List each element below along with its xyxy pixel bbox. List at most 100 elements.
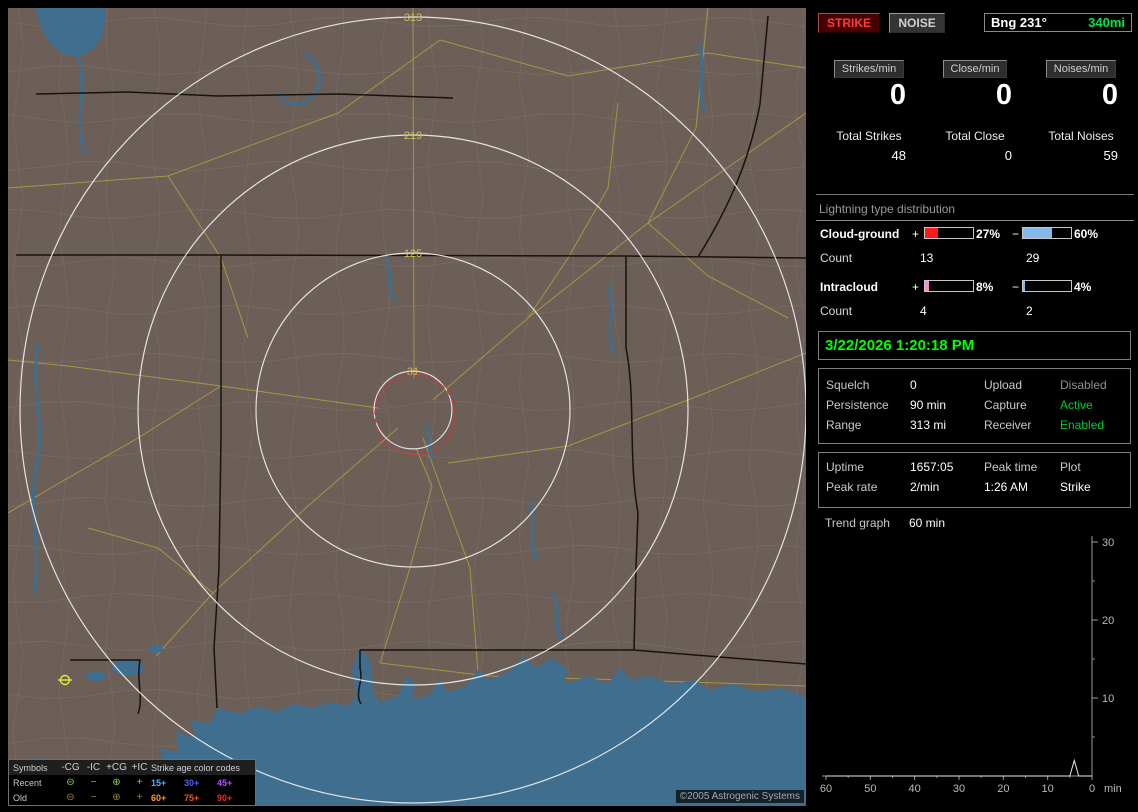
x-tick-label: 50 bbox=[864, 783, 876, 795]
squelch-label: Squelch bbox=[826, 378, 870, 392]
persistence-label: Persistence bbox=[826, 398, 889, 412]
total-noises: Total Noises 59 bbox=[1028, 129, 1134, 163]
strike-mode-button[interactable]: STRIKE bbox=[818, 13, 881, 33]
legend-col-neg-cg: -CG bbox=[61, 762, 80, 773]
pos-cg-old-icon: ⊕ bbox=[112, 792, 121, 803]
range-ring-label: 125 bbox=[404, 248, 422, 260]
legend-row-old: Old ⊖ − ⊕ + 60+ 75+ 90+ bbox=[9, 790, 255, 805]
cg-minus-percent: 60% bbox=[1074, 227, 1099, 241]
x-tick-label: 30 bbox=[953, 783, 965, 795]
cloud-ground-count-row: Count 13 29 bbox=[820, 251, 1132, 265]
y-tick-label: 20 bbox=[1102, 615, 1114, 627]
peak-time-label: Peak time bbox=[984, 460, 1038, 474]
age-75: 75+ bbox=[184, 792, 200, 803]
squelch-value: 0 bbox=[910, 378, 917, 392]
legend-row-recent: Recent ⊖ − ⊕ + 15+ 30+ 45+ bbox=[9, 775, 255, 790]
noises-per-min-value: 0 bbox=[1101, 79, 1118, 111]
peak-rate-value: 2/min bbox=[910, 480, 940, 494]
count-label: Count bbox=[820, 251, 853, 265]
legend-symbols-header: Symbols bbox=[13, 762, 48, 773]
range-label: Range bbox=[826, 418, 862, 432]
total-strikes-value: 48 bbox=[891, 148, 906, 163]
nexstorm-app: { "header": { "strike_label": "STRIKE", … bbox=[0, 0, 1138, 812]
x-tick-label: 0 bbox=[1089, 783, 1095, 795]
pos-cg-recent-icon: ⊕ bbox=[112, 777, 121, 788]
trend-graph-label: Trend graph bbox=[825, 516, 890, 530]
capture-value: Active bbox=[1060, 398, 1093, 412]
clock-box: 3/22/2026 1:20:18 PM bbox=[818, 331, 1131, 360]
receiver-value: Enabled bbox=[1060, 418, 1105, 432]
bearing-readout: Bng 231° 340mi bbox=[984, 13, 1132, 32]
age-30: 30+ bbox=[184, 777, 200, 788]
pos-ic-old-icon: + bbox=[136, 792, 143, 803]
cg-plus-bar bbox=[924, 227, 974, 239]
neg-ic-old-icon: − bbox=[90, 792, 97, 803]
uptime-value: 1657:05 bbox=[910, 460, 954, 474]
total-close-value: 0 bbox=[1004, 148, 1012, 163]
total-close-label: Total Close bbox=[945, 129, 1005, 143]
copyright-text: ©2005 Astrogenic Systems bbox=[675, 790, 804, 803]
age-15: 15+ bbox=[151, 777, 167, 788]
bearing-value: Bng 231° bbox=[991, 15, 1047, 30]
minus-sign: − bbox=[1012, 227, 1020, 241]
intracloud-count-row: Count 4 2 bbox=[820, 304, 1132, 318]
total-noises-label: Total Noises bbox=[1048, 129, 1114, 143]
age-60: 60+ bbox=[151, 792, 167, 803]
radar-map-canvas: 313 219 125 31 bbox=[8, 8, 806, 806]
status-box: Squelch 0 Upload Disabled Persistence 90… bbox=[818, 368, 1131, 444]
x-tick-label: 60 bbox=[820, 783, 832, 795]
minus-sign: − bbox=[1012, 280, 1020, 294]
upload-label: Upload bbox=[984, 378, 1023, 392]
status-row: Persistence 90 min Capture Active bbox=[819, 395, 1130, 415]
legend-col-pos-cg: +CG bbox=[106, 762, 127, 773]
side-panel: STRIKE NOISE Bng 231° 340mi Strikes/min … bbox=[816, 0, 1134, 812]
rate-counters: Strikes/min 0 Close/min 0 Noises/min 0 bbox=[816, 60, 1134, 112]
cloud-ground-row: Cloud-ground + 27% − 60% bbox=[820, 227, 1132, 241]
noise-mode-button[interactable]: NOISE bbox=[889, 13, 945, 33]
strikes-per-min: Strikes/min 0 bbox=[816, 60, 922, 112]
legend-old-label: Old bbox=[13, 792, 28, 803]
receiver-label: Receiver bbox=[984, 418, 1032, 432]
age-45: 45+ bbox=[217, 777, 233, 788]
capture-label: Capture bbox=[984, 398, 1027, 412]
neg-cg-old-icon: ⊖ bbox=[66, 792, 75, 803]
neg-cg-recent-icon: ⊖ bbox=[66, 777, 75, 788]
total-close: Total Close 0 bbox=[922, 129, 1028, 163]
persistence-value: 90 min bbox=[910, 398, 947, 412]
ic-plus-bar-fill bbox=[925, 281, 929, 291]
total-noises-value: 59 bbox=[1103, 148, 1118, 163]
uptime-label: Uptime bbox=[826, 460, 865, 474]
plot-value: Strike bbox=[1060, 480, 1091, 494]
ic-plus-bar bbox=[924, 280, 974, 292]
plot-label: Plot bbox=[1060, 460, 1081, 474]
noises-per-min-label: Noises/min bbox=[1045, 60, 1117, 78]
trend-line bbox=[826, 758, 1092, 777]
ic-plus-count: 4 bbox=[920, 304, 927, 318]
neg-ic-recent-icon: − bbox=[90, 777, 97, 788]
noises-per-min: Noises/min 0 bbox=[1028, 60, 1134, 112]
close-per-min-value: 0 bbox=[995, 79, 1012, 111]
legend-age-header: Strike age color codes bbox=[151, 762, 241, 773]
total-strikes-label: Total Strikes bbox=[836, 129, 902, 143]
age-90: 90+ bbox=[217, 792, 233, 803]
cloud-ground-label: Cloud-ground bbox=[820, 227, 900, 241]
close-per-min: Close/min 0 bbox=[922, 60, 1028, 112]
status-row: Range 313 mi Receiver Enabled bbox=[819, 415, 1130, 435]
upload-value: Disabled bbox=[1060, 378, 1107, 392]
legend-col-pos-ic: +IC bbox=[131, 762, 148, 773]
total-counters: Total Strikes 48 Total Close 0 Total Noi… bbox=[816, 129, 1134, 163]
x-tick-label: 40 bbox=[909, 783, 921, 795]
y-tick-label: 10 bbox=[1102, 693, 1114, 705]
x-axis-unit: min bbox=[1104, 783, 1122, 795]
range-ring-label: 313 bbox=[404, 12, 422, 24]
total-strikes: Total Strikes 48 bbox=[816, 129, 922, 163]
strikes-per-min-value: 0 bbox=[889, 79, 906, 111]
session-row: Uptime 1657:05 Peak time Plot bbox=[819, 457, 1130, 477]
mode-toolbar: STRIKE NOISE Bng 231° 340mi bbox=[818, 13, 1132, 35]
radar-map[interactable]: 313 219 125 31 Symbols -CG -IC +CG +IC Stri… bbox=[8, 8, 806, 806]
intracloud-row: Intracloud + 8% − 4% bbox=[820, 280, 1132, 294]
y-tick-label: 30 bbox=[1102, 537, 1114, 549]
ic-minus-bar-fill bbox=[1023, 281, 1025, 291]
cg-minus-count: 29 bbox=[1026, 251, 1040, 265]
ic-minus-count: 2 bbox=[1026, 304, 1033, 318]
